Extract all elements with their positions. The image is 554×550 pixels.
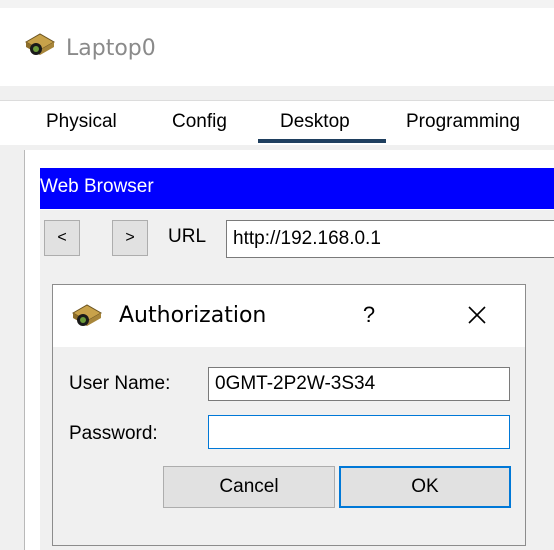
url-input[interactable] xyxy=(226,220,554,258)
help-button[interactable]: ? xyxy=(351,297,387,333)
tab-desktop[interactable]: Desktop xyxy=(280,111,350,133)
web-browser-titlebar: Web Browser xyxy=(40,168,554,209)
tab-programming[interactable]: Programming xyxy=(406,111,520,133)
top-strip xyxy=(0,0,554,8)
tab-physical[interactable]: Physical xyxy=(46,111,117,133)
tab-config[interactable]: Config xyxy=(172,111,227,133)
ok-button[interactable]: OK xyxy=(339,466,511,508)
laptop-device-icon xyxy=(24,33,56,55)
laptop-device-icon xyxy=(71,304,103,326)
window-titlebar[interactable]: Laptop0 xyxy=(0,8,554,86)
back-button[interactable]: < xyxy=(44,220,80,256)
dialog-title: Authorization xyxy=(119,303,267,328)
password-label: Password: xyxy=(69,423,158,444)
window-title: Laptop0 xyxy=(66,36,156,61)
username-input[interactable] xyxy=(208,367,510,401)
url-label: URL xyxy=(168,226,207,247)
username-label: User Name: xyxy=(69,373,171,394)
password-input[interactable] xyxy=(208,415,510,449)
browser-nav-row: < > URL xyxy=(40,210,554,266)
web-browser-title: Web Browser xyxy=(40,176,154,197)
dialog-titlebar[interactable]: Authorization ? xyxy=(53,285,525,347)
forward-button[interactable]: > xyxy=(112,220,148,256)
cancel-button[interactable]: Cancel xyxy=(163,466,335,508)
authorization-dialog: Authorization ? User Name: Password: Can… xyxy=(52,284,526,546)
tab-bar: Physical Config Desktop Programming xyxy=(0,100,554,145)
close-icon[interactable] xyxy=(459,297,495,333)
laptop0-window: Laptop0 Physical Config Desktop Programm… xyxy=(0,0,554,550)
active-tab-indicator xyxy=(258,139,386,143)
